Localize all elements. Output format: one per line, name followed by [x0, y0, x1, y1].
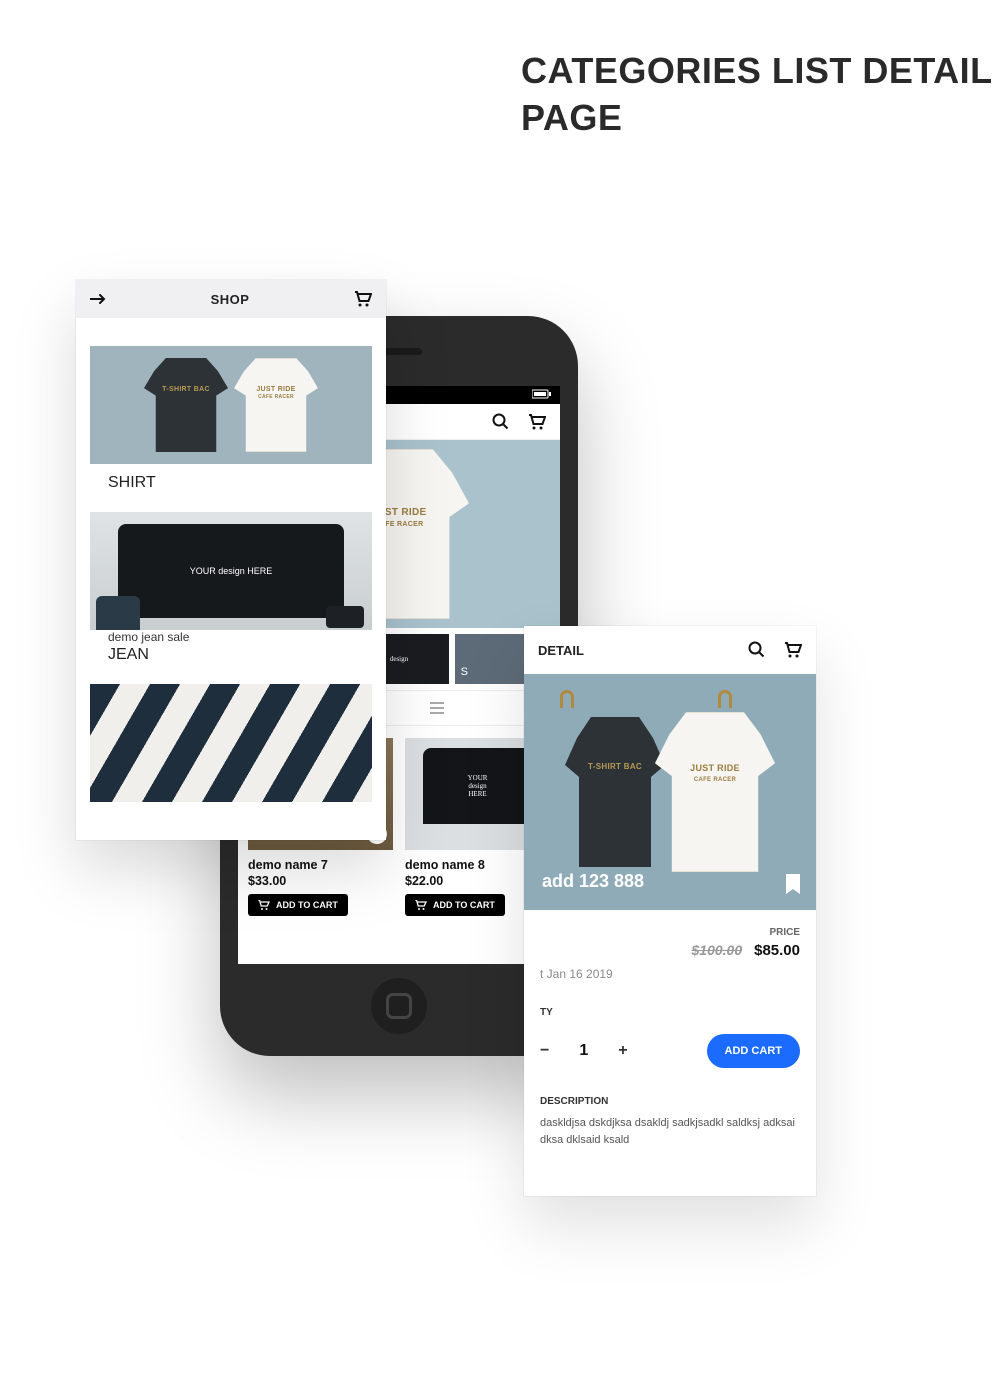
shop-header: SHOP: [76, 280, 386, 318]
price-label: PRICE: [769, 927, 800, 938]
old-price: $100.00: [692, 942, 743, 958]
search-icon[interactable]: [492, 413, 510, 431]
description-label: DESCRIPTION: [540, 1096, 800, 1107]
category-sub: demo jean sale: [90, 630, 372, 644]
page-title: CATEGORIES LIST DETAIL PAGE: [521, 48, 1000, 142]
description-text: daskldjsa dskdjksa dsakldj sadkjsadkl sa…: [540, 1115, 800, 1148]
date-text: t Jan 16 2019: [524, 963, 816, 999]
add-to-cart-button[interactable]: ADD TO CART: [405, 894, 505, 916]
shop-title: SHOP: [211, 292, 250, 307]
new-price: $85.00: [754, 942, 800, 959]
detail-header: DETAIL: [524, 626, 816, 674]
qty-minus-button[interactable]: −: [540, 1042, 549, 1060]
quantity-label: TY: [540, 1007, 800, 1018]
search-icon[interactable]: [748, 641, 766, 659]
product-price: $33.00: [248, 874, 393, 888]
category-shirt[interactable]: T-SHIRT BAC JUST RIDECAFE RACER SHIRT: [90, 346, 372, 494]
cart-icon[interactable]: [528, 414, 546, 430]
category-item[interactable]: [90, 684, 372, 802]
category-label: JEAN: [90, 644, 372, 666]
qty-value: 1: [579, 1042, 588, 1060]
category-label: SHIRT: [90, 464, 372, 494]
detail-title: DETAIL: [538, 643, 584, 658]
category-jean[interactable]: YOUR design HERE demo jean sale JEAN: [90, 512, 372, 666]
product-name: demo name 7: [248, 858, 393, 872]
add-cart-button[interactable]: ADD CART: [707, 1034, 800, 1068]
back-arrow-icon[interactable]: [90, 293, 106, 305]
battery-icon: [532, 389, 552, 402]
qty-plus-button[interactable]: +: [618, 1042, 627, 1060]
detail-screen: DETAIL T-SHIRT BAC JUST RIDECAFE RACER a…: [524, 626, 816, 1196]
thumb-label: S: [461, 666, 468, 678]
list-view-icon[interactable]: [430, 702, 444, 714]
shop-screen: SHOP T-SHIRT BAC JUST RIDECAFE RACER SHI…: [76, 280, 386, 840]
add-to-cart-button[interactable]: ADD TO CART: [248, 894, 348, 916]
quantity-stepper: − 1 +: [540, 1042, 628, 1060]
cart-icon[interactable]: [354, 291, 372, 307]
cart-icon[interactable]: [784, 641, 802, 659]
detail-hero[interactable]: T-SHIRT BAC JUST RIDECAFE RACER add 123 …: [524, 674, 816, 910]
home-button[interactable]: [371, 978, 427, 1034]
